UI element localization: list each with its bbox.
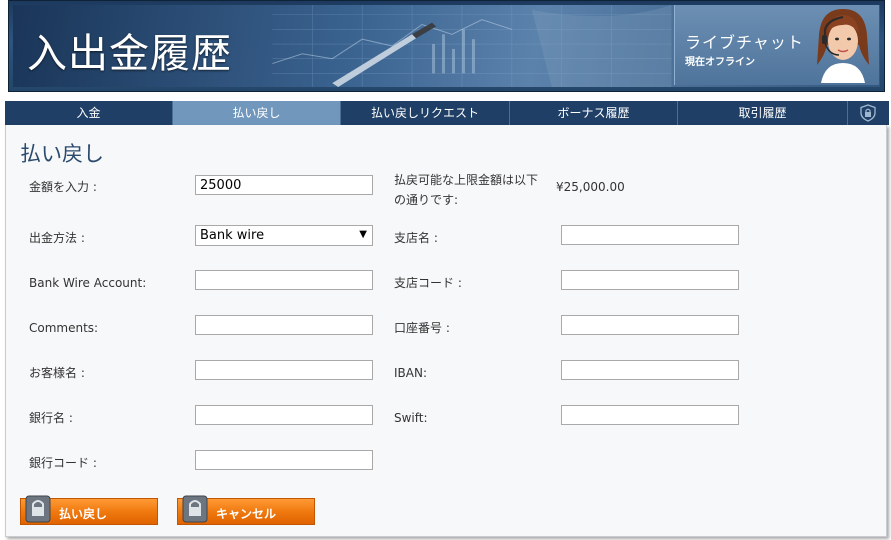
branch-name-input[interactable] <box>561 225 739 245</box>
swift-label: Swift: <box>394 411 428 425</box>
withdraw-form-panel: 払い戻し 金額を入力 : 出金方法 : Bank wire ▼ Bank Wir… <box>5 125 887 537</box>
page-title: 入出金履歴 <box>27 31 232 77</box>
bank-wire-account-label: Bank Wire Account: <box>29 276 147 290</box>
customer-name-label: お客様名 : <box>29 366 85 380</box>
tab-bonus-history[interactable]: ボーナス履歴 <box>510 101 678 125</box>
tab-withdraw-request[interactable]: 払い戻しリクエスト <box>341 101 510 125</box>
live-chat-status: 現在オフライン <box>685 57 755 68</box>
bank-wire-account-input[interactable] <box>195 270 373 290</box>
method-label: 出金方法 : <box>29 231 85 245</box>
method-select[interactable]: Bank wire ▼ <box>195 225 373 246</box>
branch-code-input[interactable] <box>561 270 739 290</box>
branch-name-label: 支店名 : <box>394 231 438 245</box>
method-selected-value: Bank wire <box>200 228 265 243</box>
section-title: 払い戻し <box>20 142 104 166</box>
account-number-input[interactable] <box>561 315 739 335</box>
branch-code-label: 支店コード : <box>394 276 462 290</box>
limit-label: 払戻可能な上限金額は以下 の通りです: <box>394 167 538 207</box>
dropdown-arrow-icon: ▼ <box>359 229 367 240</box>
account-number-label: 口座番号 : <box>394 321 450 335</box>
comments-label: Comments: <box>29 321 99 335</box>
comments-input[interactable] <box>195 315 373 335</box>
bank-name-label: 銀行名 : <box>29 411 73 425</box>
iban-input[interactable] <box>561 360 739 380</box>
header-banner: 入出金履歴 ライブチャット 現在オフライン <box>8 0 885 92</box>
secure-shield-icon <box>848 101 888 125</box>
bank-name-input[interactable] <box>195 405 373 425</box>
lock-icon <box>25 495 51 523</box>
support-agent-avatar <box>817 9 869 83</box>
limit-label-line1: 払戻可能な上限金額は以下 <box>394 173 539 187</box>
lock-icon <box>182 495 208 523</box>
bank-code-input[interactable] <box>195 450 373 470</box>
tab-deposit[interactable]: 入金 <box>5 101 173 125</box>
withdraw-button-label: 払い戻し <box>59 507 108 521</box>
cancel-button[interactable]: キャンセル <box>177 495 315 525</box>
bank-code-label: 銀行コード : <box>29 456 97 470</box>
customer-name-input[interactable] <box>195 360 373 380</box>
live-chat-widget[interactable]: ライブチャット 現在オフライン <box>674 5 879 85</box>
cancel-button-label: キャンセル <box>216 507 277 521</box>
withdraw-button[interactable]: 払い戻し <box>20 495 158 525</box>
tab-bar: 入金 払い戻し 払い戻しリクエスト ボーナス履歴 取引履歴 <box>5 101 889 133</box>
tab-withdraw[interactable]: 払い戻し <box>173 101 341 133</box>
amount-label: 金額を入力 : <box>29 180 97 194</box>
iban-label: IBAN: <box>394 366 427 380</box>
limit-label-line2: の通りです: <box>394 193 459 207</box>
amount-input[interactable] <box>195 175 373 195</box>
limit-amount: ¥25,000.00 <box>556 180 625 194</box>
tab-trade-history[interactable]: 取引履歴 <box>678 101 848 125</box>
live-chat-title: ライブチャット <box>685 33 804 52</box>
swift-input[interactable] <box>561 405 739 425</box>
